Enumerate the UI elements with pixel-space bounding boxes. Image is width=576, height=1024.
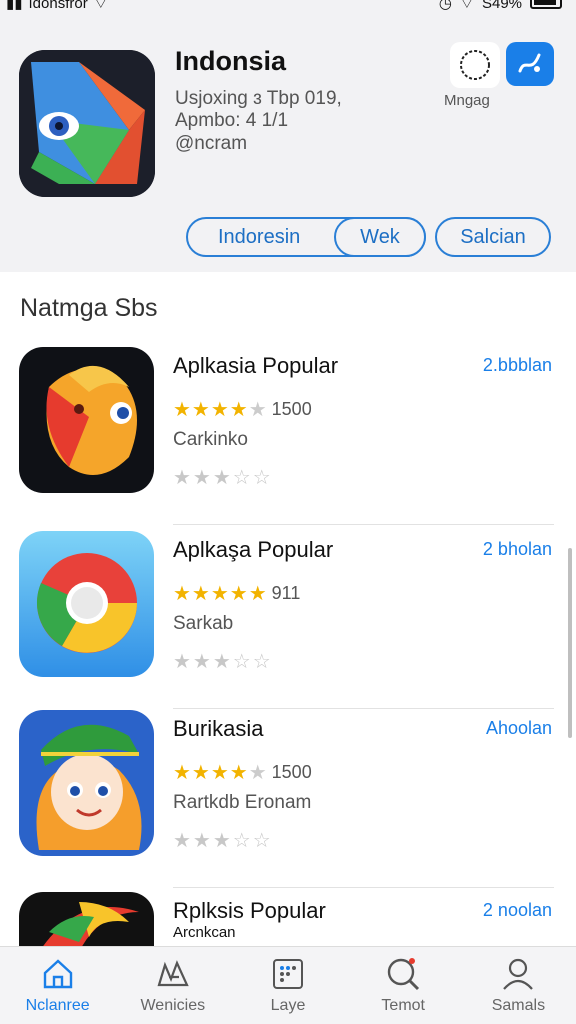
- list-item[interactable]: Rplksis Popular Arcnkcan 2 noolan: [0, 892, 576, 946]
- star-rating-icon: ★★★★★: [173, 762, 268, 784]
- app-subtitle: Arcnkcan: [173, 924, 236, 941]
- app-subtitle-line2: Apmbo: 4 1/1: [175, 110, 289, 131]
- app-name[interactable]: Aplkaşa Popular: [173, 537, 333, 563]
- tab-label: Wenicies: [140, 997, 206, 1014]
- scrollbar[interactable]: [568, 548, 572, 738]
- section-title: Natmga Sbs: [20, 294, 158, 322]
- wifi-icon: ⌔: [93, 0, 108, 12]
- list-item[interactable]: Burikasia ★★★★★ 1500 Rartkdb Eronam ★★★☆…: [0, 710, 576, 888]
- rating: ★★★★★ 1500: [173, 397, 312, 422]
- divider: [173, 524, 554, 525]
- tab-label: Samals: [491, 997, 546, 1014]
- person-icon: [498, 955, 538, 993]
- app-thumbnail[interactable]: [19, 892, 154, 946]
- home-icon: [38, 955, 78, 993]
- rating: ★★★★★ 1500: [173, 760, 312, 785]
- rating-count: 1500: [271, 762, 312, 782]
- tab-today[interactable]: Nclanree: [0, 947, 115, 1024]
- get-button[interactable]: 2 bholan: [483, 539, 552, 560]
- status-bar: ▮▮ ıdonsfror ⌔ ◷ ⌔ S49%: [0, 0, 576, 14]
- search-icon: [383, 955, 423, 993]
- manage-label: Mngag: [444, 92, 490, 109]
- get-button[interactable]: 2 noolan: [483, 900, 552, 921]
- tab-apps[interactable]: Laye: [230, 947, 345, 1024]
- tab-label: Nclanree: [25, 997, 90, 1014]
- get-button[interactable]: 2.bbblan: [483, 355, 552, 376]
- tab-label: Laye: [270, 997, 306, 1014]
- apps-icon: [268, 955, 308, 993]
- app-title: Indonsia: [175, 46, 287, 76]
- battery-icon: [530, 0, 562, 9]
- user-rating-stars-icon[interactable]: ★★★☆☆: [173, 465, 273, 490]
- app-thumbnail[interactable]: [19, 347, 154, 493]
- app-icon[interactable]: [19, 50, 155, 197]
- games-icon: [153, 955, 193, 993]
- get-button[interactable]: Ahoolan: [486, 718, 552, 739]
- battery-percent: S49%: [481, 0, 522, 12]
- wifi-icon-right: ⌔: [459, 0, 474, 12]
- tab-profile[interactable]: Samals: [461, 947, 576, 1024]
- tab-label: Temot: [381, 997, 425, 1014]
- settings-button[interactable]: [450, 42, 500, 88]
- tab-pill-3[interactable]: Salcian: [435, 217, 551, 257]
- divider: [173, 708, 554, 709]
- app-handle: @ncram: [175, 133, 248, 154]
- divider: [173, 887, 554, 888]
- developer-name: Sarkab: [173, 613, 234, 634]
- app-thumbnail[interactable]: [19, 710, 154, 856]
- signal-icon: ▮▮: [6, 0, 23, 12]
- share-icon: [518, 53, 541, 73]
- star-rating-icon: ★★★★★: [173, 583, 268, 605]
- app-thumbnail[interactable]: [19, 531, 154, 677]
- list-item[interactable]: Aplkasia Popular ★★★★★ 1500 Carkinko ★★★…: [0, 347, 576, 525]
- tab-search[interactable]: Temot: [346, 947, 461, 1024]
- developer-name: Rartkdb Eronam: [173, 792, 312, 813]
- rating: ★★★★★ 911: [173, 581, 300, 606]
- gear-icon: [460, 50, 490, 80]
- user-rating-stars-icon[interactable]: ★★★☆☆: [173, 828, 273, 853]
- list-item[interactable]: Aplkaşa Popular ★★★★★ 911 Sarkab ★★★☆☆ 2…: [0, 531, 576, 709]
- share-button[interactable]: [506, 42, 554, 86]
- developer-name: Carkinko: [173, 429, 248, 450]
- carrier-label: ıdonsfror: [28, 0, 88, 12]
- tab-bar: Nclanree Wenicies Laye Temot Samals: [0, 946, 576, 1024]
- rating-count: 911: [271, 583, 301, 603]
- tab-games[interactable]: Wenicies: [115, 947, 230, 1024]
- app-header: Indonsia Usjoxing ɜ Tbp 019, Apmbo: 4 1/…: [0, 14, 576, 272]
- app-name[interactable]: Burikasia: [173, 716, 263, 742]
- app-name[interactable]: Rplksis Popular: [173, 898, 326, 924]
- alarm-icon: ◷: [438, 0, 452, 12]
- tab-pill-2[interactable]: Wek: [334, 217, 426, 257]
- app-subtitle-line1: Usjoxing ɜ Tbp 019,: [175, 88, 342, 109]
- user-rating-stars-icon[interactable]: ★★★☆☆: [173, 649, 273, 674]
- app-name[interactable]: Aplkasia Popular: [173, 353, 338, 379]
- star-rating-icon: ★★★★★: [173, 399, 268, 421]
- rating-count: 1500: [271, 399, 312, 419]
